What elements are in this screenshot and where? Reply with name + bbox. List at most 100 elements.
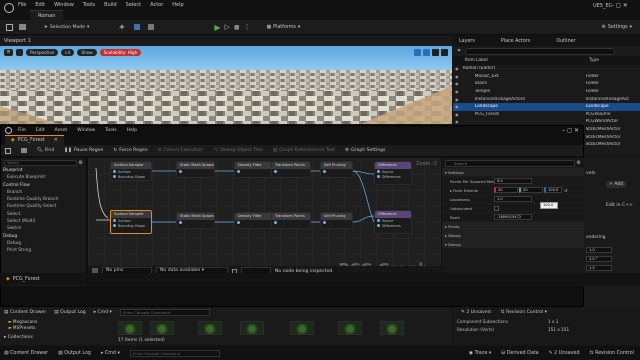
perspective-button[interactable]: Perspective [26, 49, 59, 56]
tab-outliner[interactable]: Outliner [550, 39, 581, 44]
pin-in[interactable] [272, 169, 310, 174]
filter-icon[interactable]: ⏷ [457, 48, 461, 54]
pin-in[interactable] [321, 220, 352, 225]
determinism-test-button[interactable]: ▤ Graph Determinism Test [273, 148, 335, 153]
density-filter-node[interactable]: Density Filter [234, 161, 274, 178]
menu-help[interactable]: Help [172, 2, 183, 8]
section-debug-1[interactable]: ▸ Debug [442, 231, 584, 240]
asset-thumbnail[interactable] [380, 321, 404, 335]
static-mesh-spawner-node-2[interactable]: Static Mesh Spawner [176, 212, 215, 229]
palette-category[interactable]: Blueprint [1, 167, 86, 174]
visibility-eye-icon[interactable]: ◉ [453, 97, 463, 102]
show-button[interactable]: Show [77, 49, 97, 56]
menu-file[interactable]: File [18, 2, 26, 8]
debug-object-tree-button[interactable]: ⌥ Debug Object Tree [213, 148, 263, 153]
stop-icon[interactable]: ■ [234, 24, 240, 31]
menu-select[interactable]: Select [126, 2, 141, 8]
visibility-eye-icon[interactable]: ◉ [453, 89, 463, 94]
surface-sampler-node-2[interactable]: Surface Sampler Surface Bounding Shape [110, 210, 152, 234]
details-settings-icon[interactable]: ⚙ [577, 160, 581, 166]
self-pruning-node[interactable]: Self Pruning [320, 161, 353, 178]
self-pruning-node-2[interactable]: Self Pruning [320, 212, 353, 229]
section-debug-2[interactable]: ▾ Debug [442, 240, 584, 249]
outliner-search-input[interactable] [465, 47, 616, 55]
viewport-menu-button[interactable]: ≡ [4, 49, 13, 56]
status-console-input[interactable]: Enter Console Command [129, 349, 220, 357]
outliner-row[interactable]: ◉ Mosaic_Ext Folder [453, 73, 640, 81]
asset-thumbnail[interactable] [338, 321, 362, 335]
pin-bounding-shape[interactable]: Bounding Shape [111, 174, 151, 179]
blueprint-icon[interactable] [134, 24, 141, 30]
asset-thumbnail[interactable] [198, 321, 222, 335]
extent-z-input[interactable]: 100.0 [544, 187, 562, 193]
outliner-row[interactable]: ◉ PCG_Forest PCGVolume [453, 111, 640, 119]
lit-button[interactable]: Lit [61, 49, 75, 56]
camera-speed-icon[interactable] [441, 49, 448, 56]
pin-in[interactable] [235, 169, 273, 174]
scalability-button[interactable]: Scalability: High [99, 49, 142, 56]
folder-mspresets[interactable]: ▰ MSPresets [8, 326, 35, 331]
palette-category[interactable]: Control Flow [1, 182, 86, 189]
pin-in[interactable] [177, 220, 214, 225]
pcg-menu-tools[interactable]: Tools [105, 128, 116, 133]
palette-item[interactable]: Runtime Quality Select [1, 203, 86, 210]
content-drawer-tab[interactable]: ▤ Content Drawer [4, 310, 46, 315]
pcg-menu-edit[interactable]: Edit [36, 128, 45, 133]
surface-sampler-node[interactable]: Surface Sampler Surface Bounding Shape [110, 161, 152, 181]
palette-item[interactable]: Branch [1, 189, 86, 196]
pin-in[interactable] [272, 220, 310, 225]
pin-in[interactable] [177, 169, 214, 174]
column-item-label[interactable]: Item Label [453, 58, 589, 63]
window-controls[interactable]: – ◻ ✕ [611, 2, 628, 9]
menu-window[interactable]: Window [54, 2, 74, 8]
more-icon[interactable]: ⋮ [244, 23, 251, 31]
pin-differences[interactable]: Differences [375, 223, 411, 228]
asset-thumbnail[interactable] [118, 321, 142, 335]
tab-layers[interactable]: Layers [453, 39, 481, 44]
ue-logo-icon[interactable] [5, 127, 12, 134]
cmd-dropdown[interactable]: ▸ Cmd ▾ [94, 310, 112, 315]
section-settings[interactable]: ▾ Settings [442, 168, 584, 177]
transform-icon[interactable] [16, 49, 23, 56]
revision-control-button[interactable]: ⇅ Revision Control ▾ [501, 310, 547, 315]
visibility-eye-icon[interactable]: ◉ [453, 119, 463, 124]
palette-item[interactable]: Print String [1, 247, 86, 254]
add-actor-icon[interactable]: ✚ [119, 24, 124, 31]
outliner-row[interactable]: ◉ Landscape Landscape [453, 102, 640, 111]
looseness-input[interactable]: 1.0 [494, 196, 532, 202]
menu-build[interactable]: Build [104, 2, 117, 8]
output-log-tab[interactable]: ▤ Output Log [54, 310, 85, 315]
palette-category[interactable]: Debug [1, 233, 86, 240]
extent-x-input[interactable]: 20 [494, 187, 518, 193]
palette-item[interactable]: Switch [1, 225, 86, 232]
menu-edit[interactable]: Edit [35, 2, 45, 8]
rotate-snap-icon[interactable] [423, 49, 430, 56]
selection-mode-button[interactable]: ➤ Selection Mode ▾ [44, 25, 89, 30]
pcg-browse-icon[interactable] [21, 148, 27, 153]
extent-y-input[interactable]: 20 [519, 187, 543, 193]
viewport[interactable]: ≡ Perspective Lit Show Scalability: High [0, 46, 452, 124]
save-icon[interactable] [6, 23, 13, 31]
difference-node-2[interactable]: Difference Source Differences [374, 210, 412, 234]
visibility-eye-icon[interactable]: ◉ [453, 104, 463, 109]
status-content-drawer[interactable]: ▤ Content Drawer [4, 351, 48, 356]
palette-item[interactable]: Execute Blueprint [1, 174, 86, 181]
pcg-menu-help[interactable]: Help [127, 128, 137, 133]
unsaved-indicator[interactable]: ✎ 2 Unsaved [461, 310, 491, 315]
menu-actor[interactable]: Actor [150, 2, 163, 8]
visibility-eye-icon[interactable]: ◉ [453, 66, 463, 71]
transform-points-node-2[interactable]: Transform Points [271, 212, 311, 229]
seed-input[interactable]: -1809015472 [494, 214, 532, 220]
section-points[interactable]: ▸ Points [442, 222, 584, 231]
outliner-row[interactable]: ◉ Stairs Folder [453, 80, 640, 88]
settings-button[interactable]: ⚙ Settings ▾ [602, 25, 632, 30]
menu-tools[interactable]: Tools [83, 2, 95, 8]
viewport-tab[interactable]: Viewport 1 [0, 36, 452, 46]
palette-item[interactable]: Select [1, 211, 86, 218]
collections-header[interactable]: ▸ Collections [4, 335, 33, 340]
trace-button[interactable]: ◉ Trace ▾ [469, 351, 491, 356]
palette-item[interactable]: Runtime Quality Branch [1, 196, 86, 203]
outliner-row[interactable]: ◉ Roman (Editor) [453, 65, 640, 73]
platforms-button[interactable]: ▦ Platforms ▾ [267, 25, 301, 30]
console-input[interactable]: Enter Console Command [119, 308, 210, 316]
